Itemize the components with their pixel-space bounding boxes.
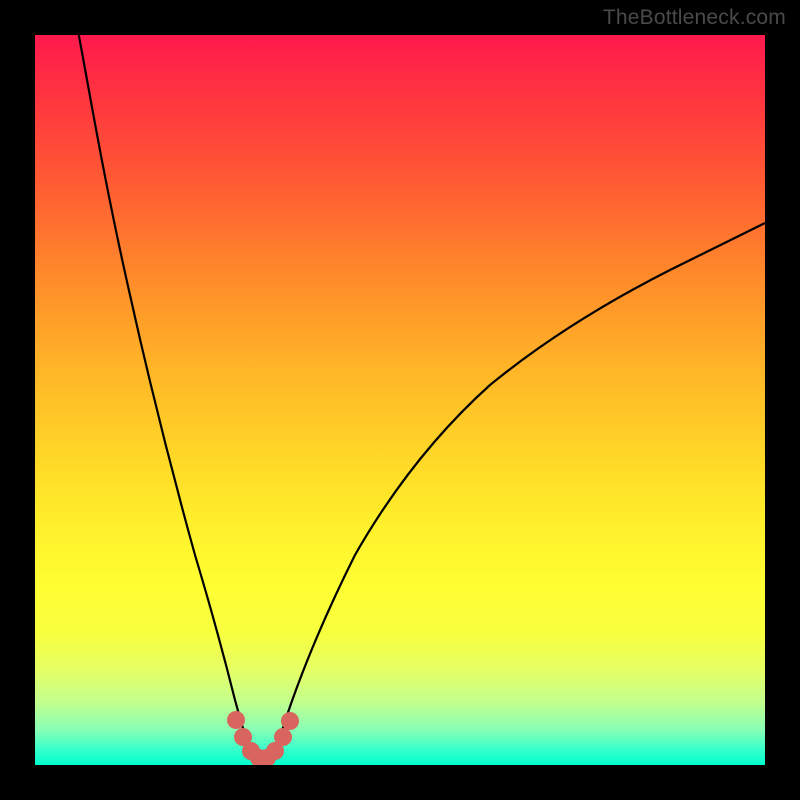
watermark-text: TheBottleneck.com: [603, 6, 786, 30]
chart-frame: TheBottleneck.com: [0, 0, 800, 800]
plot-area: [35, 35, 765, 765]
